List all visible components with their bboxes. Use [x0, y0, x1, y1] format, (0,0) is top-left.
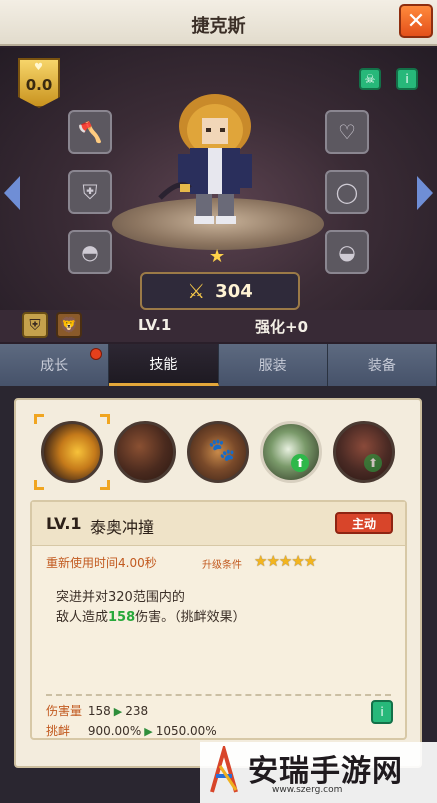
stat-row-damage: 伤害量 158 ▶ 238	[46, 704, 149, 718]
armor-slot[interactable]: ⛨	[68, 170, 112, 214]
tab-bar: 成长 技能 服装 装备	[0, 344, 437, 386]
lion-class-icon[interactable]: 🦁	[56, 312, 82, 338]
cap-icon: ◒	[338, 240, 356, 264]
upgrade-stars: ★★★★★	[254, 552, 317, 570]
tab-growth-label: 成长	[40, 358, 69, 374]
skill-level: LV.1	[46, 514, 82, 533]
skull-icon-button[interactable]: ☠	[359, 68, 381, 90]
upgrade-condition-label: 升级条件	[202, 560, 242, 571]
helmet-slot[interactable]: ◓	[68, 230, 112, 274]
info-icon: ⅰ	[380, 705, 384, 719]
upgrade-arrow-icon: ⬆	[291, 454, 309, 472]
tab-costume-label: 服装	[258, 358, 287, 374]
skill-slot-1[interactable]	[41, 421, 103, 483]
next-level-arrow-icon: ▶	[113, 705, 123, 718]
cap-slot[interactable]: ◒	[325, 230, 369, 274]
tab-growth[interactable]: 成长	[0, 344, 110, 386]
helmet-icon: ◓	[81, 240, 99, 264]
tab-costume[interactable]: 服装	[218, 344, 328, 386]
watermark: 安瑞手游网 www.szerg.com	[200, 742, 437, 803]
enhance-level: 强化+0	[255, 318, 309, 336]
tab-skills[interactable]: 技能	[109, 344, 219, 386]
skill-description-line-2: 敌人造成158伤害。（挑衅效果）	[56, 610, 246, 625]
info-icon: ⅰ	[405, 72, 409, 86]
upgrade-arrow-icon: ⬆	[364, 454, 382, 472]
prev-character-arrow[interactable]	[4, 176, 20, 210]
amulet-slot[interactable]: ♡	[325, 110, 369, 154]
tab-equipment[interactable]: 装备	[327, 344, 437, 386]
tab-equipment-label: 装备	[367, 358, 396, 374]
stat-row-taunt: 挑衅 900.00% ▶ 1050.00%	[46, 724, 217, 738]
rank-badge-value: 0.0	[25, 76, 53, 94]
skill-description-line-1: 突进并对320范围内的	[56, 590, 185, 605]
shield-rank-icon[interactable]: ⛨	[22, 312, 48, 338]
skill-type-tag: 主动	[335, 512, 393, 534]
weapon-slot[interactable]: 🪓	[68, 110, 112, 154]
next-character-arrow[interactable]	[417, 176, 433, 210]
next-level-arrow-icon: ▶	[144, 725, 153, 738]
character-name-title: 捷克斯	[191, 16, 246, 37]
divider	[46, 694, 391, 696]
skill-slot-5[interactable]: ⬆	[333, 421, 395, 483]
crossed-swords-icon: ⚔	[187, 279, 206, 303]
combat-power-bar: ⚔ 304	[140, 272, 300, 310]
skill-description: 突进并对320范围内的 敌人造成158伤害。（挑衅效果）	[56, 588, 386, 628]
skill-detail-card: LV.1 泰奥冲撞 主动 重新使用时间4.00秒 升级条件 ★★★★★ 突进并对…	[30, 500, 407, 740]
info-button[interactable]: ⅰ	[396, 68, 418, 90]
character-stage: ♥ 0.0 ☠ ⅰ 🪓 ⛨ ◓ ♡ ◯ ◒ ★ ⚔ 304 ⛨ 🦁 LV.1 强…	[0, 48, 437, 342]
star-icon: ★	[209, 246, 226, 267]
title-bar: 捷克斯 ✕	[0, 0, 437, 46]
skill-cooldown: 重新使用时间4.00秒	[46, 556, 157, 570]
watermark-text: 安瑞手游网	[248, 754, 403, 789]
heart-icon: ♥	[34, 62, 43, 73]
paw-icon: 🐾	[208, 438, 236, 463]
skill-slot-3[interactable]: 🐾	[187, 421, 249, 483]
axe-icon: 🪓	[77, 120, 103, 144]
skill-name: 泰奥冲撞	[90, 518, 155, 537]
tab-skills-label: 技能	[149, 356, 178, 373]
level-info-bar: ⛨ 🦁 LV.1 强化+0	[0, 310, 437, 342]
rank-badge[interactable]: ♥ 0.0	[18, 58, 60, 108]
stat-info-button[interactable]: ⅰ	[371, 700, 393, 724]
ring-icon: ◯	[335, 180, 359, 204]
close-button[interactable]: ✕	[399, 4, 433, 38]
skill-detail-header: LV.1 泰奥冲撞 主动	[32, 502, 405, 546]
skill-slot-2[interactable]	[114, 421, 176, 483]
notification-dot	[90, 348, 103, 360]
character-level: LV.1	[138, 316, 172, 334]
ring-slot[interactable]: ◯	[325, 170, 369, 214]
skull-icon: ☠	[364, 72, 376, 86]
hero-sprite	[158, 94, 252, 224]
close-icon: ✕	[406, 8, 426, 34]
damage-value: 158	[108, 610, 136, 625]
armor-icon: ⛨	[82, 180, 98, 204]
combat-power-value: 304	[215, 280, 253, 302]
skill-slot-4[interactable]: ⬆	[260, 421, 322, 483]
skill-list: 🐾 ⬆ ⬆	[24, 414, 404, 490]
watermark-logo	[210, 746, 238, 793]
watermark-url: www.szerg.com	[272, 785, 343, 795]
amulet-icon: ♡	[338, 120, 356, 144]
